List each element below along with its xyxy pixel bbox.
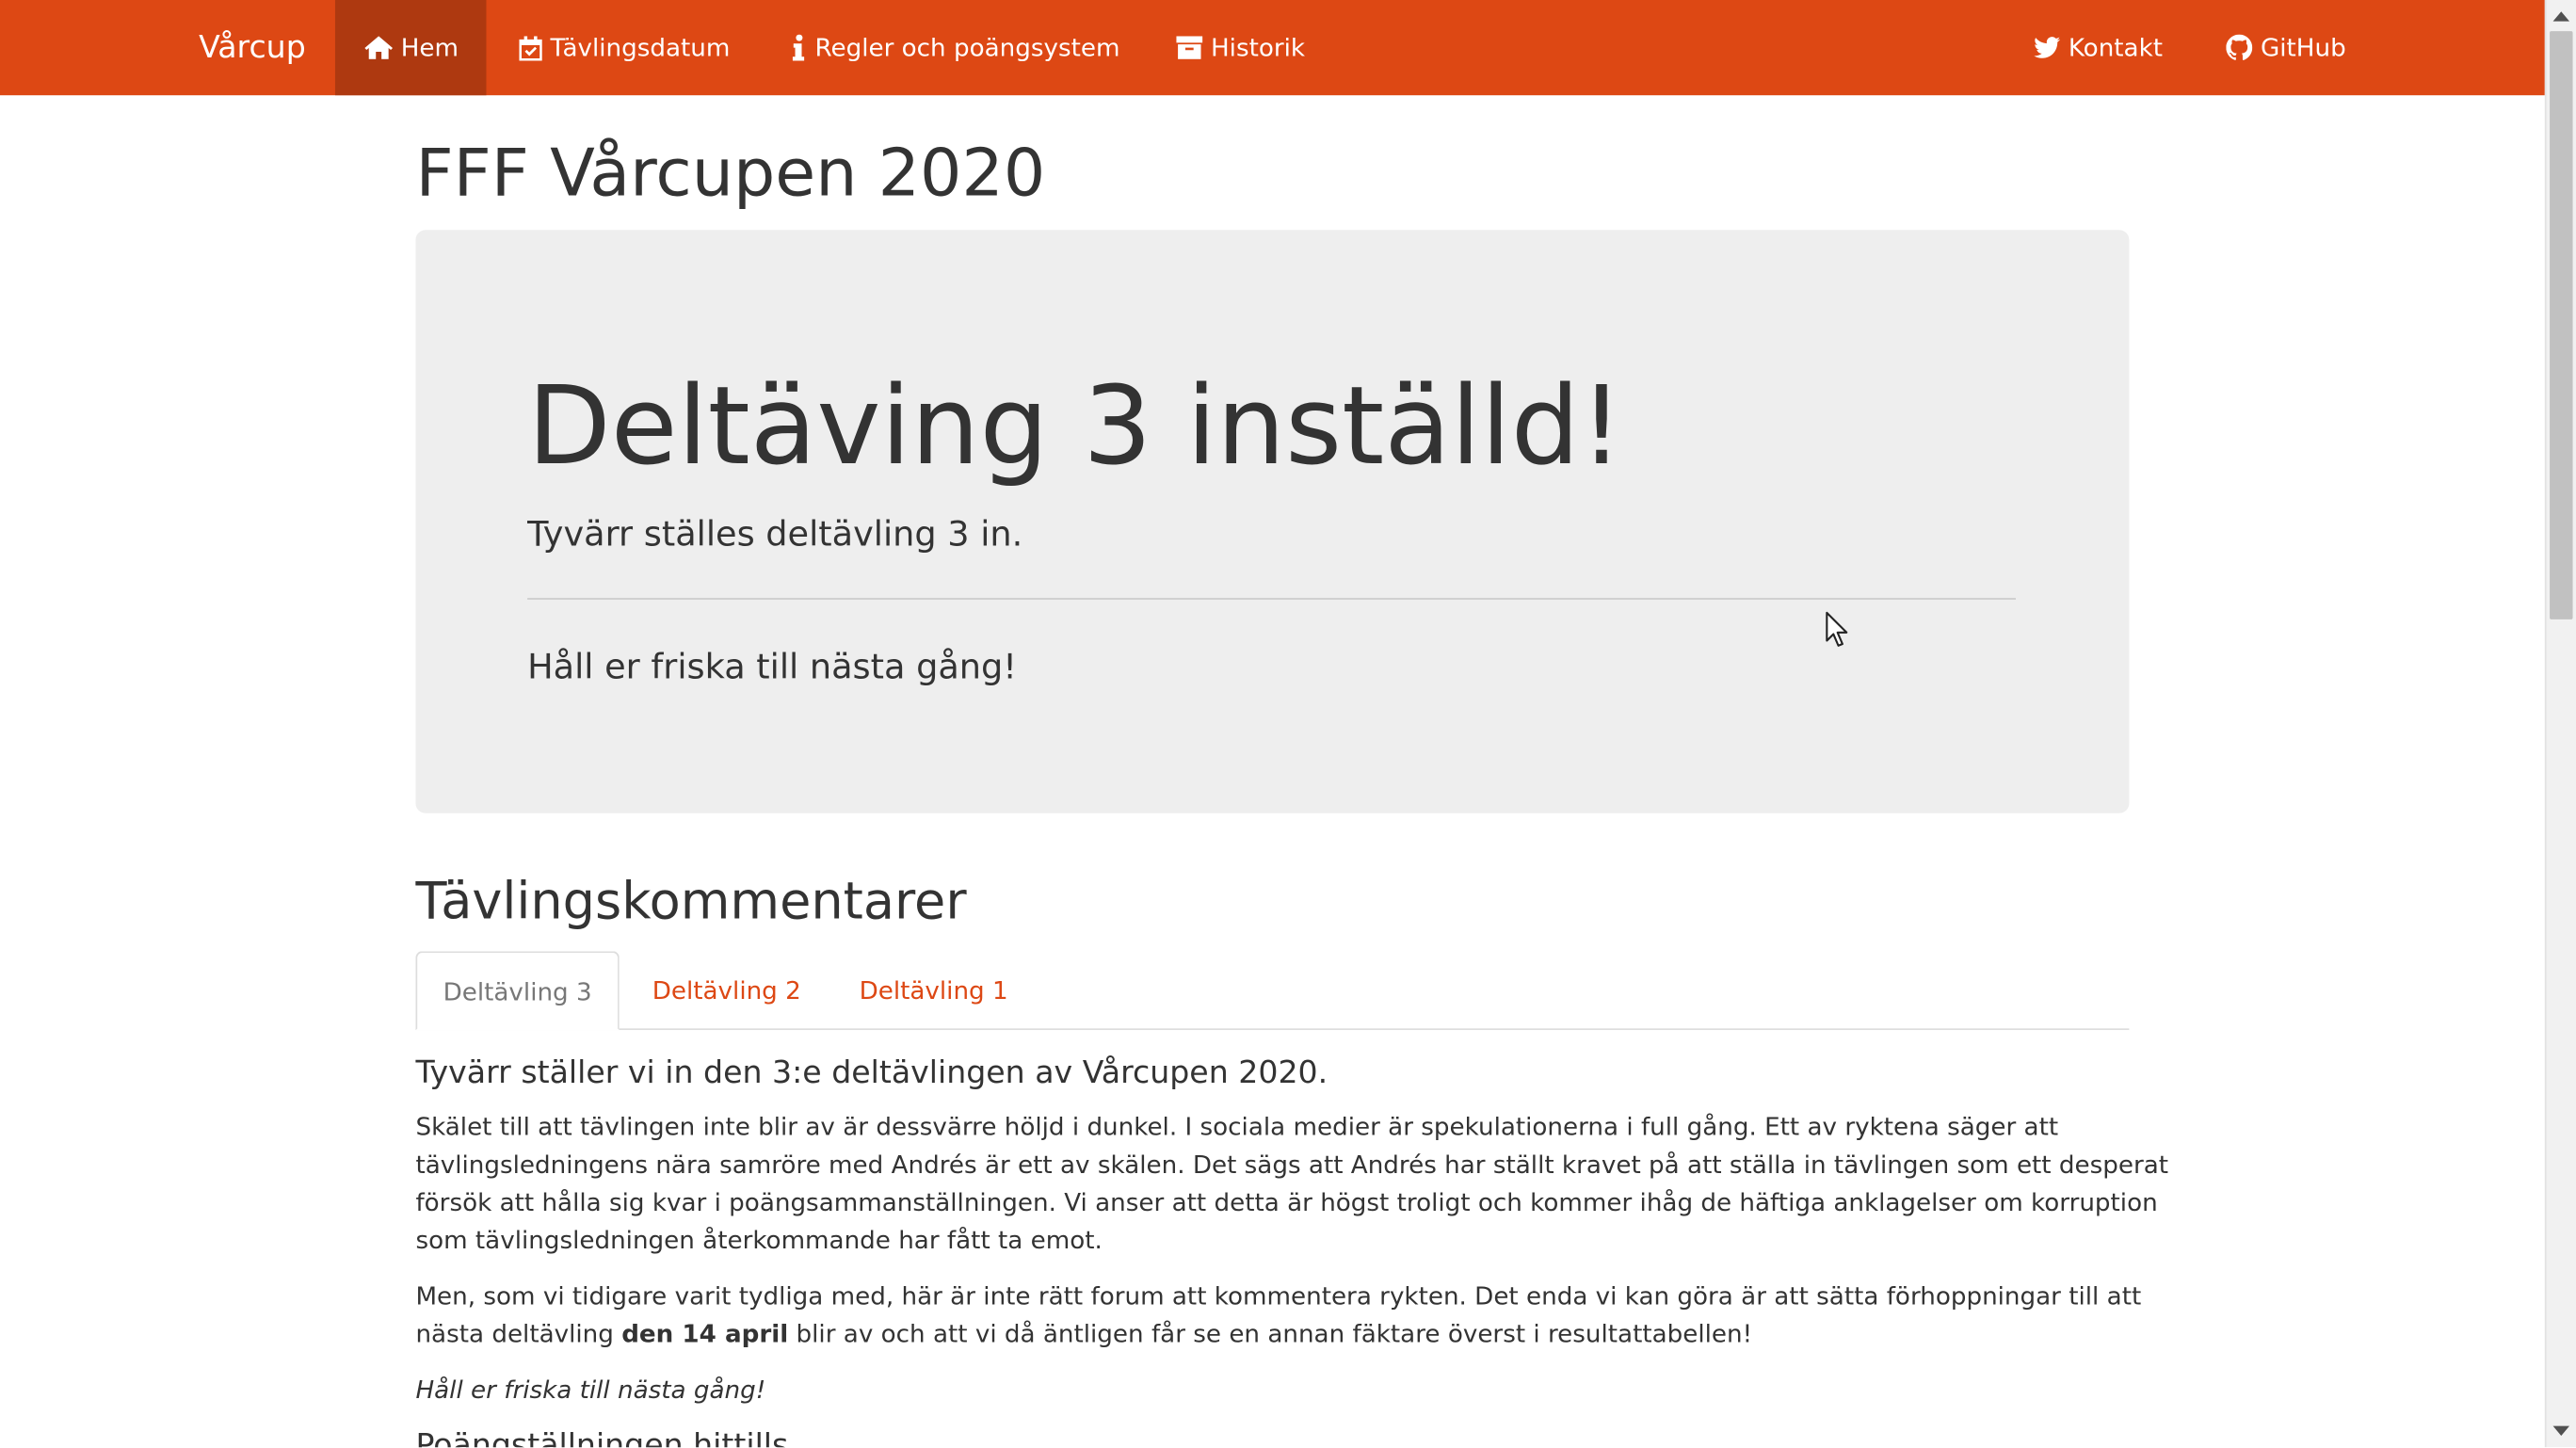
- home-icon: [364, 36, 394, 59]
- comments-tabs: Deltävling 3 Deltävling 2 Deltävling 1: [415, 951, 2130, 1031]
- standings-heading: Poängställningen hittills: [415, 1427, 789, 1448]
- paragraph-line: nästa deltävling den 14 april blir av oc…: [415, 1316, 2129, 1354]
- scroll-thumb[interactable]: [2550, 31, 2573, 619]
- page-title: FFF Vårcupen 2020: [415, 136, 1046, 213]
- jumbotron-title: Deltäving 3 inställd!: [527, 362, 1624, 490]
- comment-heading: Tyvärr ställer vi in den 3:e deltävlinge…: [415, 1054, 1328, 1091]
- paragraph-line: tävlingsledningens nära samröre med Andr…: [415, 1150, 2169, 1180]
- tab-deltavling-1[interactable]: Deltävling 1: [860, 951, 1008, 1030]
- paragraph-line: Skälet till att tävlingen inte blir av ä…: [415, 1112, 2059, 1142]
- jumbotron-message: Håll er friska till nästa gång!: [527, 647, 1017, 687]
- closing-message: Håll er friska till nästa gång!: [415, 1375, 766, 1405]
- github-icon: [2226, 34, 2253, 60]
- nav-item-tavlingsdatum[interactable]: Tävlingsdatum: [519, 0, 730, 95]
- tab-deltavling-2[interactable]: Deltävling 2: [652, 951, 801, 1030]
- nav-item-label: Hem: [400, 32, 459, 63]
- nav-item-label: GitHub: [2260, 32, 2346, 63]
- brand-link[interactable]: Vårcup: [199, 0, 306, 95]
- nav-item-label: Tävlingsdatum: [550, 32, 731, 63]
- comment-paragraph-1: Skälet till att tävlingen inte blir av ä…: [415, 1109, 2169, 1261]
- paragraph-line: som tävlingsledningen återkommande har f…: [415, 1225, 1103, 1256]
- nav-item-label: Historik: [1210, 32, 1306, 63]
- tab-deltavling-3[interactable]: Deltävling 3: [415, 951, 620, 1031]
- scroll-up-arrow-icon[interactable]: [2552, 11, 2570, 22]
- comments-section-title: Tävlingskommentarer: [415, 872, 967, 932]
- calendar-check-icon: [519, 35, 542, 60]
- paragraph-text: nästa deltävling: [415, 1319, 622, 1349]
- twitter-icon: [2034, 37, 2061, 58]
- nav-item-historik[interactable]: Historik: [1176, 0, 1305, 95]
- page: Vårcup Hem Tävlingsdatum Regler och poän…: [0, 0, 2576, 1448]
- paragraph-text: blir av och att vi då äntligen får se en…: [788, 1319, 1753, 1349]
- nav-item-hem[interactable]: Hem: [334, 0, 487, 96]
- jumbotron-lead: Tyvärr ställes deltävling 3 in.: [527, 514, 1023, 555]
- scroll-down-arrow-icon[interactable]: [2552, 1425, 2570, 1437]
- nav-item-github[interactable]: GitHub: [2226, 0, 2346, 95]
- info-icon: [792, 34, 805, 61]
- comment-paragraph-2: Men, som vi tidigare varit tydliga med, …: [415, 1279, 2142, 1354]
- nav-item-label: Regler och poängsystem: [814, 32, 1120, 63]
- vertical-scrollbar[interactable]: [2544, 0, 2576, 1448]
- date-emphasis: den 14 april: [621, 1319, 789, 1349]
- paragraph-line: försök att hålla sig kvar i poängsammans…: [415, 1187, 2158, 1217]
- nav-item-label: Kontakt: [2068, 32, 2164, 63]
- jumbotron-divider: [527, 598, 2016, 600]
- navbar: Vårcup Hem Tävlingsdatum Regler och poän…: [0, 0, 2545, 96]
- archive-icon: [1176, 36, 1203, 59]
- paragraph-line: Men, som vi tidigare varit tydliga med, …: [415, 1281, 2142, 1311]
- nav-item-kontakt[interactable]: Kontakt: [2034, 0, 2163, 95]
- mouse-cursor-icon: [1826, 611, 1848, 647]
- jumbotron: Deltäving 3 inställd! Tyvärr ställes del…: [415, 230, 2130, 813]
- nav-item-regler[interactable]: Regler och poängsystem: [790, 0, 1119, 95]
